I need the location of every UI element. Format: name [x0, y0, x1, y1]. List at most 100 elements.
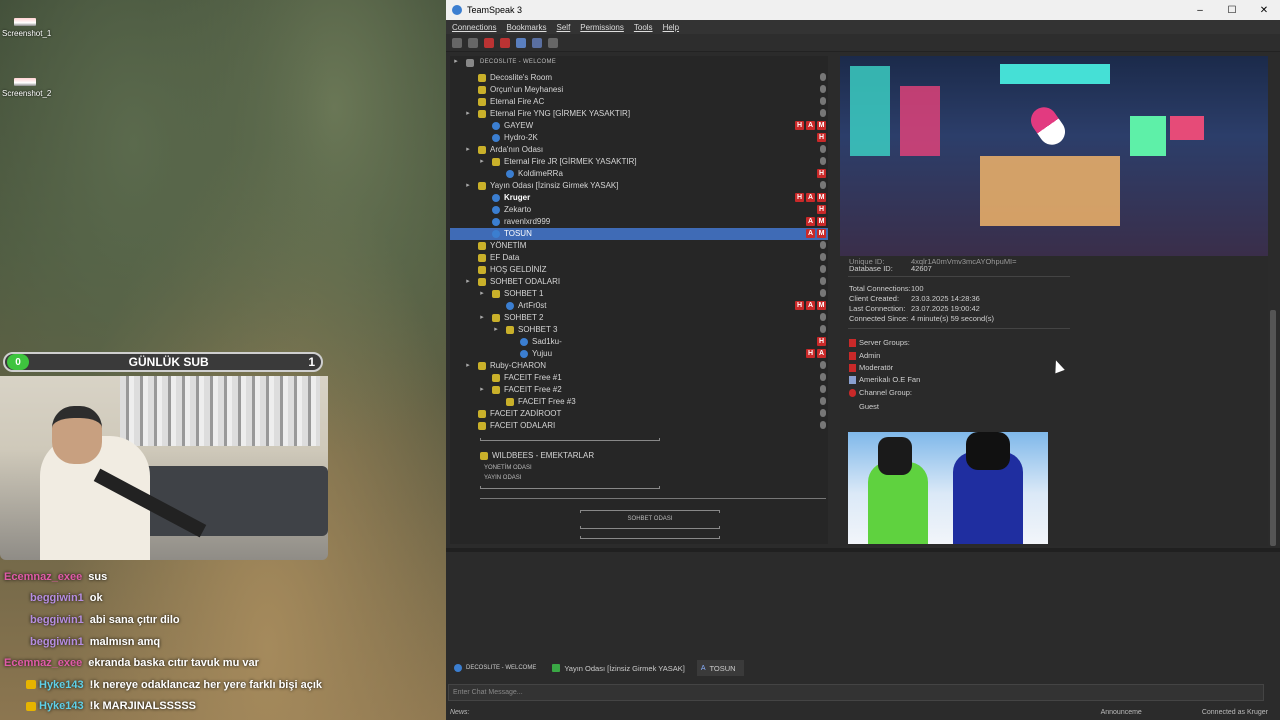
client-row[interactable]: KoldimeRRa H [450, 168, 828, 180]
server-group-badge-icon: M [817, 193, 826, 202]
channel-row[interactable]: ▸ SOHBET 2 [450, 312, 828, 324]
menu-self[interactable]: Self [557, 23, 571, 32]
mute-speakers-icon[interactable] [500, 37, 510, 48]
client-row[interactable]: ravenlxrd999 A M [450, 216, 828, 228]
channel-row[interactable]: FACEIT ODALARI [450, 420, 828, 432]
channel-row[interactable]: ▸ Eternal Fire YNG [GİRMEK YASAKTIR] [450, 108, 828, 120]
row-badges [820, 385, 826, 393]
server-row[interactable]: ▸ DECOSLITE - WELCOME [450, 56, 828, 70]
mute-microphone-icon[interactable] [484, 37, 494, 48]
client-name: ArtFr0st [518, 301, 547, 310]
chat-username[interactable]: beggiwin1 [30, 614, 84, 626]
channel-row[interactable]: YAYIN ODASI [450, 472, 828, 482]
info-scrollbar-thumb[interactable] [1270, 310, 1276, 546]
desktop-icon-screenshot-1[interactable]: Screenshot_1 [2, 18, 72, 38]
channel-row[interactable]: ▸ SOHBET 3 [450, 324, 828, 336]
chat-username[interactable]: Ecemnaz_exee [4, 571, 82, 583]
contacts-icon[interactable] [532, 37, 542, 48]
channel-row[interactable]: YONETİM ODASI [450, 462, 828, 472]
channel-name: SOHBET ODALARI [490, 277, 561, 286]
chat-message-input[interactable]: Enter Chat Message... [448, 684, 1264, 701]
chat-username[interactable]: Hyke143 [39, 700, 84, 712]
tab-private-chat[interactable]: A TOSUN [696, 660, 744, 676]
expand-arrow-icon[interactable]: ▸ [478, 288, 486, 300]
client-row[interactable]: TOSUN A M [450, 228, 828, 240]
channel-row[interactable]: ▸ SOHBET ODALARI [450, 276, 828, 288]
menu-help[interactable]: Help [663, 23, 679, 32]
channel-row[interactable]: ▸ Eternal Fire JR [GİRMEK YASAKTIR] [450, 156, 828, 168]
client-name: GAYEW [504, 121, 534, 130]
channel-label[interactable]: SOHBET ODASI [580, 516, 720, 522]
channel-row[interactable]: Decoslite's Room [450, 72, 828, 84]
minimize-icon[interactable]: – [1184, 5, 1216, 16]
client-row[interactable]: Sad1ku- H [450, 336, 828, 348]
channel-row[interactable]: YÖNETİM [450, 240, 828, 252]
tab-server[interactable]: DECOSLITE - WELCOME [450, 660, 545, 676]
channel-row[interactable]: WILDBEES - EMEKTARLAR [450, 450, 828, 462]
channel-row[interactable]: FACEIT Free #1 [450, 372, 828, 384]
channel-row[interactable]: ▸ Ruby-CHARON [450, 360, 828, 372]
client-row[interactable]: ArtFr0st H A M [450, 300, 828, 312]
channel-row[interactable]: FACEIT Free #3 [450, 396, 828, 408]
chat-username[interactable]: Ecemnaz_exee [4, 657, 82, 669]
menu-tools[interactable]: Tools [634, 23, 653, 32]
channel-row[interactable]: ▸ Yayın Odası [İzinsiz Girmek YASAK] [450, 180, 828, 192]
menu-connections[interactable]: Connections [452, 23, 496, 32]
expand-arrow-icon[interactable]: ▸ [492, 324, 500, 336]
subscribe-icon[interactable] [516, 37, 526, 48]
menu-permissions[interactable]: Permissions [580, 23, 624, 32]
server-group-moderator: Moderatör [849, 363, 893, 373]
close-icon[interactable]: ✕ [1248, 5, 1280, 16]
expand-arrow-icon[interactable]: ▸ [478, 384, 486, 396]
server-group-badge-icon: M [817, 229, 826, 238]
channel-icon [478, 362, 486, 370]
client-row[interactable]: Zekarto H [450, 204, 828, 216]
channel-row[interactable]: ▸ SOHBET 1 [450, 288, 828, 300]
client-row[interactable]: Kruger H A M [450, 192, 828, 204]
client-row[interactable]: Hydro-2K H [450, 132, 828, 144]
disconnect-icon[interactable] [452, 37, 462, 48]
expand-arrow-icon[interactable]: ▸ [464, 144, 472, 156]
channel-row[interactable]: ▸ FACEIT Free #2 [450, 384, 828, 396]
expand-arrow-icon[interactable]: ▸ [478, 156, 486, 168]
tab-label: TOSUN [709, 663, 736, 673]
moderator-group-icon [849, 364, 856, 373]
channel-row[interactable]: Eternal Fire AC [450, 96, 828, 108]
channel-icon [478, 110, 486, 118]
chat-username[interactable]: Hyke143 [39, 679, 84, 691]
client-row[interactable]: Yujuu H A [450, 348, 828, 360]
client-info-panel: Unique ID: 4xqlr1A0mVmv3mcAYOhpuMI= Datab… [840, 56, 1268, 546]
tab-channel[interactable]: Yayın Odası [İzinsiz Girmek YASAK] [548, 660, 693, 676]
lock-icon [820, 109, 826, 117]
away-icon[interactable] [548, 37, 558, 48]
channel-row[interactable]: HOŞ GELDİNİZ [450, 264, 828, 276]
lock-icon [820, 385, 826, 393]
expand-arrow-icon[interactable]: ▸ [464, 360, 472, 372]
lock-icon [820, 325, 826, 333]
window-titlebar[interactable]: TeamSpeak 3 – ☐ ✕ [446, 0, 1280, 20]
chat-username[interactable]: beggiwin1 [30, 592, 84, 604]
announcement-text[interactable]: Announceme [1101, 709, 1142, 716]
channel-row[interactable]: EF Data [450, 252, 828, 264]
expand-arrow-icon[interactable]: ▸ [478, 312, 486, 324]
connect-icon[interactable] [468, 37, 478, 48]
divider [480, 498, 826, 499]
client-row[interactable]: GAYEW H A M [450, 120, 828, 132]
menu-bookmarks[interactable]: Bookmarks [506, 23, 546, 32]
maximize-icon[interactable]: ☐ [1216, 5, 1248, 16]
spacer-line [480, 486, 660, 489]
channel-icon [478, 182, 486, 190]
row-badges [820, 313, 826, 321]
sub-goal-current-count: 0 [7, 354, 29, 370]
client-name: Hydro-2K [504, 133, 538, 142]
lock-icon [820, 373, 826, 381]
expand-arrow-icon[interactable]: ▸ [464, 108, 472, 120]
desktop-icon-screenshot-2[interactable]: Screenshot_2 [2, 78, 72, 98]
expand-arrow-icon[interactable]: ▸ [464, 180, 472, 192]
channel-row[interactable]: Orçun'un Meyhanesi [450, 84, 828, 96]
chat-username[interactable]: beggiwin1 [30, 636, 84, 648]
expand-arrow-icon[interactable]: ▸ [464, 276, 472, 288]
channel-row[interactable]: FACEIT ZADİROOT [450, 408, 828, 420]
channel-row[interactable]: ▸ Arda'nın Odası [450, 144, 828, 156]
chat-message: beggiwin1 malmısn amq [0, 631, 446, 653]
